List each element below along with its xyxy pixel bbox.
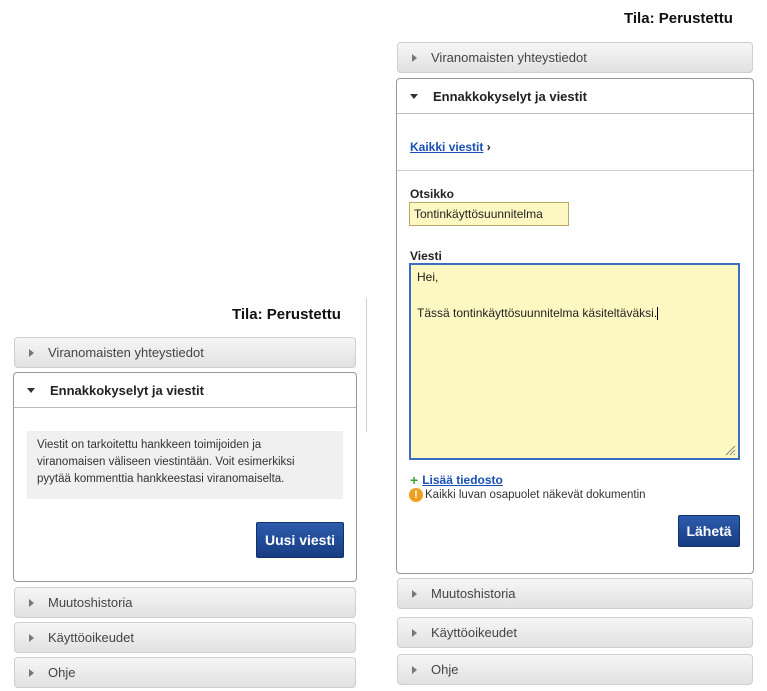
chevron-right-icon — [29, 668, 34, 677]
send-button[interactable]: Lähetä — [678, 515, 740, 547]
chevron-right-icon — [412, 589, 417, 598]
accordion-history[interactable]: Muutoshistoria — [14, 587, 356, 618]
status-label: Tila: Perustettu — [624, 10, 733, 27]
chevron-right-icon — [29, 633, 34, 642]
accordion-history[interactable]: Muutoshistoria — [397, 578, 753, 609]
chevron-right-icon — [412, 628, 417, 637]
message-line — [417, 286, 732, 304]
accordion-help[interactable]: Ohje — [14, 657, 356, 688]
accordion-label: Viranomaisten yhteystiedot — [431, 50, 587, 65]
accordion-rights[interactable]: Käyttöoikeudet — [14, 622, 356, 653]
plus-icon: + — [410, 472, 419, 488]
accordion-messages-header[interactable]: Ennakkokyselyt ja viestit — [14, 373, 356, 408]
message-line: Hei, — [417, 270, 439, 284]
info-line: pyytää kommenttia hankkeestasi viranomai… — [37, 473, 285, 485]
accordion-contacts[interactable]: Viranomaisten yhteystiedot — [14, 337, 356, 368]
accordion-help[interactable]: Ohje — [397, 654, 753, 685]
message-textarea[interactable]: Hei, Tässä tontinkäyttösuunnitelma käsit… — [409, 263, 740, 460]
message-label: Viesti — [410, 249, 442, 263]
accordion-label: Ennakkokyselyt ja viestit — [433, 88, 587, 104]
add-file-row: + Lisää tiedosto — [410, 472, 503, 488]
text-cursor — [657, 307, 659, 321]
new-message-button[interactable]: Uusi viesti — [256, 522, 344, 558]
info-line: Viestit on tarkoitettu hankkeen toimijoi… — [37, 439, 262, 451]
accordion-label: Ohje — [48, 665, 76, 680]
info-box: Viestit on tarkoitettu hankkeen toimijoi… — [27, 431, 343, 499]
accordion-messages: Ennakkokyselyt ja viestit Viestit on tar… — [13, 372, 357, 582]
chevron-right-icon — [29, 598, 34, 607]
notice-text: Kaikki luvan osapuolet näkevät dokumenti… — [425, 489, 646, 501]
accordion-label: Muutoshistoria — [48, 595, 133, 610]
accordion-label: Viranomaisten yhteystiedot — [48, 345, 204, 360]
chevron-right-icon — [412, 665, 417, 674]
chevron-right-icon: › — [486, 140, 491, 154]
subject-value: Tontinkäyttösuunnitelma — [414, 207, 543, 221]
resize-handle-icon[interactable] — [724, 444, 736, 456]
accordion-contacts[interactable]: Viranomaisten yhteystiedot — [397, 42, 753, 73]
chevron-right-icon — [29, 348, 34, 357]
section-divider — [397, 170, 753, 171]
all-messages-link[interactable]: Kaikki viestit — [410, 140, 483, 154]
accordion-rights[interactable]: Käyttöoikeudet — [397, 617, 753, 648]
notice-row: ! Kaikki luvan osapuolet näkevät dokumen… — [409, 488, 646, 502]
accordion-label: Käyttöoikeudet — [48, 630, 135, 645]
accordion-messages-header[interactable]: Ennakkokyselyt ja viestit — [397, 79, 753, 114]
chevron-right-icon — [412, 53, 417, 62]
subject-field[interactable]: Tontinkäyttösuunnitelma — [409, 202, 569, 226]
accordion-label: Muutoshistoria — [431, 586, 516, 601]
message-line: Tässä tontinkäyttösuunnitelma käsiteltäv… — [417, 306, 659, 321]
all-messages-row: Kaikki viestit › — [410, 140, 491, 154]
warning-icon: ! — [409, 488, 423, 502]
chevron-down-icon — [410, 93, 418, 99]
chevron-down-icon — [27, 387, 35, 393]
divider-line — [366, 298, 367, 432]
accordion-label: Ennakkokyselyt ja viestit — [50, 382, 204, 398]
status-label: Tila: Perustettu — [232, 306, 341, 323]
info-line: viranomaisen väliseen viestintään. Voit … — [37, 456, 295, 468]
add-file-link[interactable]: Lisää tiedosto — [422, 473, 503, 487]
accordion-label: Käyttöoikeudet — [431, 625, 518, 640]
subject-label: Otsikko — [410, 187, 455, 201]
accordion-label: Ohje — [431, 662, 459, 677]
